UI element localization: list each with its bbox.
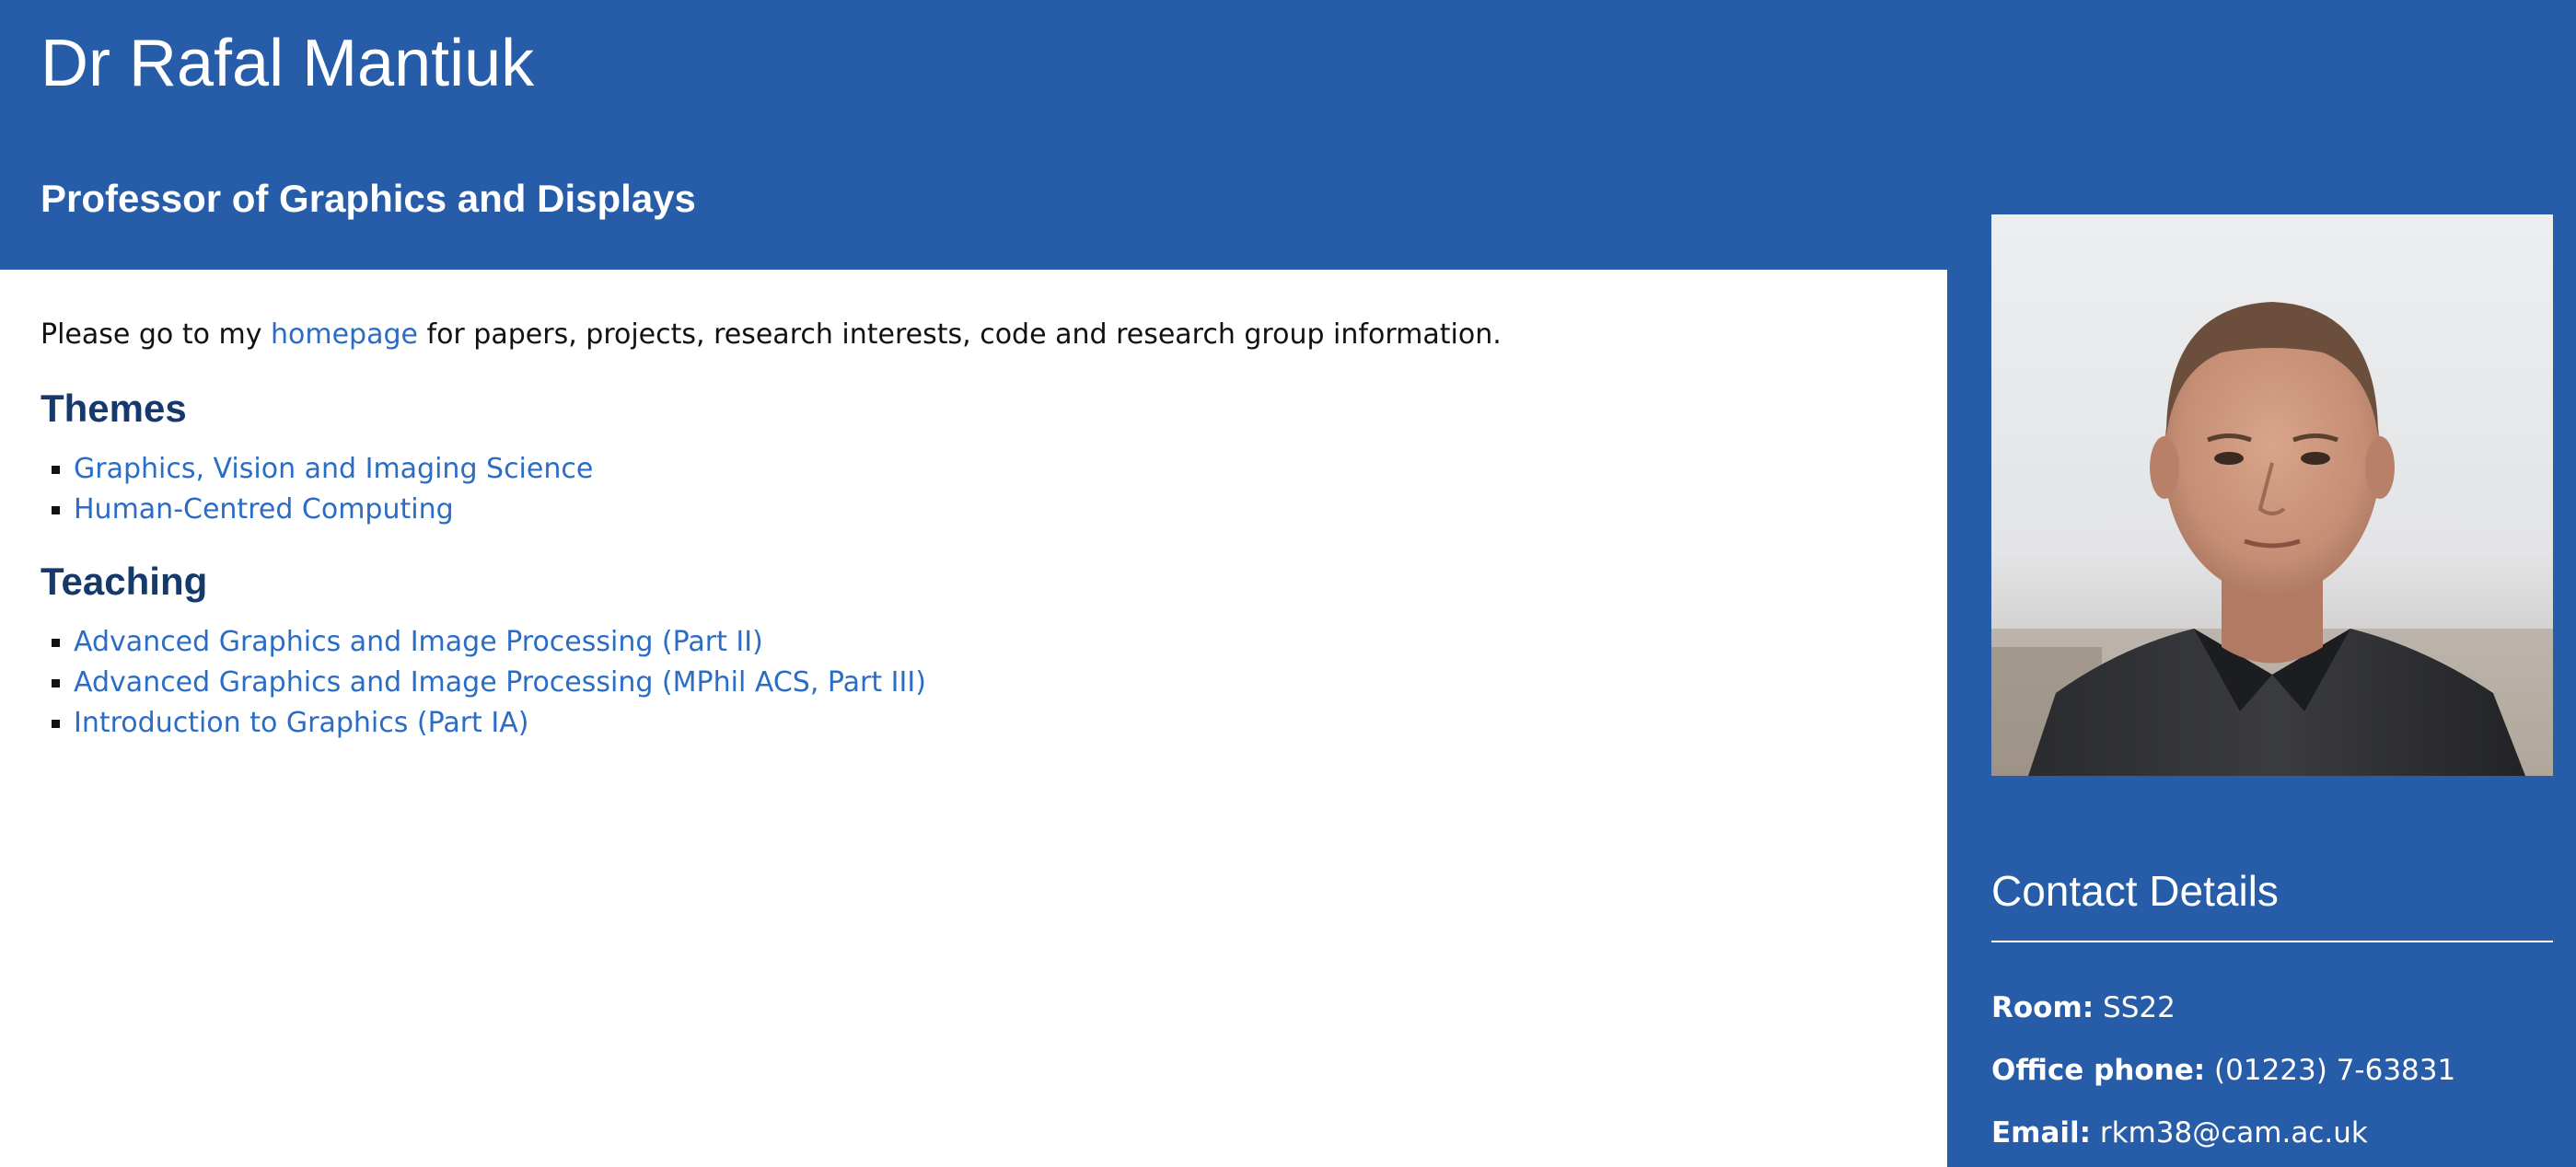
intro-before: Please go to my (41, 318, 271, 351)
list-item: Advanced Graphics and Image Processing (… (41, 663, 1919, 703)
bullet-icon (52, 720, 60, 728)
intro-after: for papers, projects, research interests… (417, 318, 1502, 351)
teaching-list: Advanced Graphics and Image Processing (… (41, 622, 1919, 744)
contact-details-heading: Contact Details (1991, 867, 2279, 915)
bullet-icon (52, 639, 60, 647)
email-label: Email: (1991, 1116, 2092, 1150)
homepage-link[interactable]: homepage (271, 318, 418, 351)
room-value: SS22 (2103, 991, 2176, 1024)
teaching-link-mphil[interactable]: Advanced Graphics and Image Processing (… (74, 666, 926, 699)
main-content: Please go to my homepage for papers, pro… (41, 313, 1919, 744)
contact-room: Room: SS22 (1991, 988, 2176, 1028)
teaching-link-part-ia[interactable]: Introduction to Graphics (Part IA) (74, 707, 528, 739)
page-header: Dr Rafal Mantiuk Professor of Graphics a… (0, 0, 1947, 270)
bullet-icon (52, 679, 60, 687)
list-item: Advanced Graphics and Image Processing (… (41, 622, 1919, 663)
email-value: rkm38@cam.ac.uk (2099, 1116, 2368, 1150)
phone-label: Office phone: (1991, 1054, 2206, 1087)
list-item: Introduction to Graphics (Part IA) (41, 703, 1919, 744)
bullet-icon (52, 466, 60, 474)
theme-link-graphics-vision[interactable]: Graphics, Vision and Imaging Science (74, 453, 593, 485)
teaching-link-part-ii[interactable]: Advanced Graphics and Image Processing (… (74, 626, 763, 658)
teaching-heading: Teaching (41, 560, 208, 603)
themes-heading: Themes (41, 387, 187, 430)
contact-divider (1991, 941, 2553, 942)
profile-photo (1991, 214, 2553, 776)
contact-phone: Office phone: (01223) 7-63831 (1991, 1050, 2455, 1091)
room-label: Room: (1991, 991, 2094, 1024)
list-item: Human-Centred Computing (41, 490, 1919, 530)
page-title: Dr Rafal Mantiuk (41, 27, 535, 100)
themes-list: Graphics, Vision and Imaging Science Hum… (41, 449, 1919, 530)
portrait-image (1991, 214, 2553, 776)
bullet-icon (52, 506, 60, 514)
intro-text: Please go to my homepage for papers, pro… (41, 313, 1919, 357)
contact-email: Email: rkm38@cam.ac.uk (1991, 1113, 2368, 1153)
job-title: Professor of Graphics and Displays (41, 177, 696, 220)
phone-value: (01223) 7-63831 (2214, 1054, 2456, 1087)
list-item: Graphics, Vision and Imaging Science (41, 449, 1919, 490)
theme-link-human-centred[interactable]: Human-Centred Computing (74, 493, 454, 526)
